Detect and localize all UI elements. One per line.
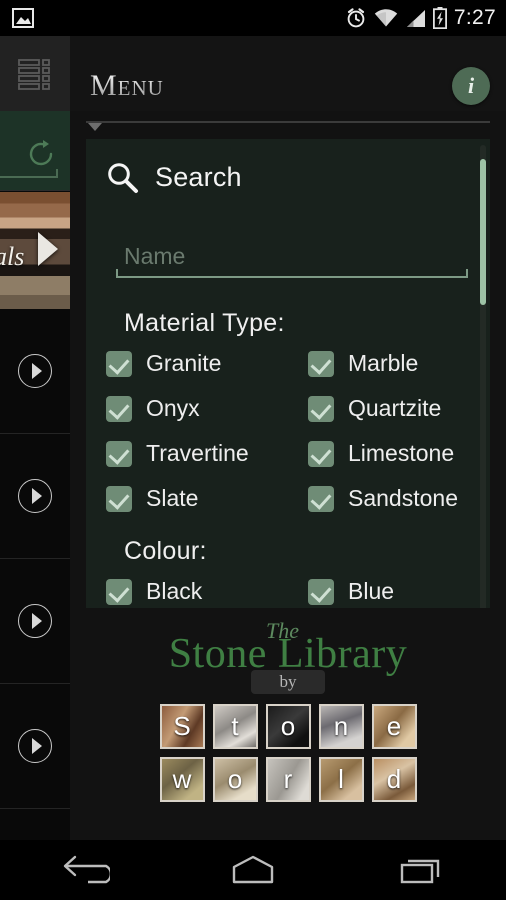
- checkbox-label: Sandstone: [348, 485, 458, 511]
- nav-home-button[interactable]: [208, 840, 298, 900]
- nav-back-button[interactable]: [39, 840, 129, 900]
- logo-tile: t: [212, 704, 258, 749]
- logo-tile: o: [212, 757, 258, 802]
- background-panel-underline: [0, 169, 58, 178]
- logo-tile: w: [159, 757, 205, 802]
- checkbox-row[interactable]: Limestone: [308, 437, 486, 470]
- search-name-placeholder: Name: [124, 243, 186, 269]
- android-nav-bar: [0, 840, 506, 900]
- logo-tile: d: [371, 757, 417, 802]
- checkbox-row[interactable]: Sandstone: [308, 482, 486, 515]
- checkbox-label: Black: [146, 578, 203, 604]
- checkbox[interactable]: [106, 440, 132, 467]
- recents-icon: [400, 859, 439, 884]
- background-banner-text: als: [0, 242, 25, 271]
- checkbox-row[interactable]: Quartzite: [308, 392, 486, 425]
- checkbox[interactable]: [106, 485, 132, 512]
- checkbox[interactable]: [308, 578, 334, 605]
- home-icon: [232, 855, 274, 884]
- logo-tile: S: [159, 704, 205, 749]
- app-bar: Menu i: [0, 36, 506, 111]
- logo-row-world: w o r l d: [159, 757, 417, 802]
- search-panel-header: Search: [86, 139, 490, 194]
- background-list-row[interactable]: [0, 434, 70, 559]
- background-list-row[interactable]: [0, 559, 70, 684]
- status-bar-system-icons: 7:27: [345, 6, 506, 30]
- material-type-title: Material Type:: [124, 309, 285, 337]
- branding-block: The Stone Library by S t o n e w o r l d: [70, 608, 506, 840]
- circle-chevron-right-icon: [18, 729, 52, 763]
- background-list-row[interactable]: [0, 309, 70, 434]
- search-name-field[interactable]: Name: [116, 243, 468, 278]
- checkbox-row[interactable]: Travertine: [106, 437, 284, 470]
- scrollbar-thumb[interactable]: [480, 159, 486, 305]
- logo-tile: o: [265, 704, 311, 749]
- background-photo-banner[interactable]: als: [0, 192, 70, 309]
- material-type-options: Granite Marble Onyx Quartzite Travertine: [106, 347, 486, 515]
- circle-chevron-right-icon: [18, 604, 52, 638]
- logo-tile: e: [371, 704, 417, 749]
- logo-row-stone: S t o n e: [159, 704, 417, 749]
- checkbox-label: Travertine: [146, 440, 249, 466]
- logo-tile: l: [318, 757, 364, 802]
- drawer-divider: [86, 121, 490, 131]
- logo-tile: n: [318, 704, 364, 749]
- info-icon-letter: i: [467, 72, 475, 98]
- chevron-right-icon: [38, 232, 58, 266]
- checkbox-label: Limestone: [348, 440, 455, 466]
- checkbox-label: Onyx: [146, 395, 200, 421]
- phone-screen: 7:27 Menu i ls Search Name Material Type…: [0, 0, 506, 900]
- checkbox[interactable]: [308, 350, 334, 377]
- background-green-panel: [0, 111, 70, 191]
- brand-by-badge: by: [251, 670, 325, 694]
- refresh-icon[interactable]: [26, 139, 58, 174]
- checkbox-row[interactable]: Slate: [106, 482, 284, 515]
- checkbox-label: Slate: [146, 485, 199, 511]
- checkbox-label: Blue: [348, 578, 395, 604]
- status-bar-time: 7:27: [453, 6, 496, 29]
- circle-chevron-right-icon: [18, 354, 52, 388]
- checkbox[interactable]: [308, 485, 334, 512]
- checkbox-row[interactable]: Marble: [308, 347, 486, 380]
- wifi-icon: [374, 8, 398, 26]
- checkbox-label: Granite: [146, 350, 222, 376]
- background-list-row[interactable]: [0, 684, 70, 809]
- search-name-underline: [116, 269, 468, 278]
- battery-charging-icon: [432, 7, 447, 29]
- colour-title: Colour:: [124, 537, 207, 565]
- circle-chevron-right-icon: [18, 479, 52, 513]
- info-icon[interactable]: i: [452, 67, 490, 105]
- checkbox-label: Marble: [348, 350, 419, 376]
- page-title: Menu: [90, 69, 164, 102]
- photo-icon: [12, 8, 34, 28]
- checkbox-row[interactable]: Onyx: [106, 392, 284, 425]
- menu-toggle-button[interactable]: [0, 36, 70, 111]
- alarm-icon: [347, 8, 365, 28]
- checkbox[interactable]: [106, 395, 132, 422]
- status-bar: 7:27: [0, 0, 506, 36]
- search-heading: Search: [155, 162, 242, 192]
- checkbox[interactable]: [308, 395, 334, 422]
- list-menu-icon: [18, 58, 50, 90]
- checkbox-row[interactable]: Blue: [308, 575, 486, 608]
- background-list-column: als: [0, 111, 70, 840]
- checkbox-row[interactable]: Granite: [106, 347, 284, 380]
- checkbox[interactable]: [106, 578, 132, 605]
- nav-recents-button[interactable]: [377, 840, 467, 900]
- checkbox[interactable]: [308, 440, 334, 467]
- logo-tile: r: [265, 757, 311, 802]
- stone-world-logo: S t o n e w o r l d: [70, 704, 506, 802]
- status-bar-notifications: [0, 8, 34, 28]
- signal-icon: [406, 9, 425, 27]
- search-icon: [108, 163, 138, 193]
- back-icon: [64, 855, 111, 884]
- checkbox-label: Quartzite: [348, 395, 442, 421]
- checkbox-row[interactable]: Black: [106, 575, 284, 608]
- checkbox[interactable]: [106, 350, 132, 377]
